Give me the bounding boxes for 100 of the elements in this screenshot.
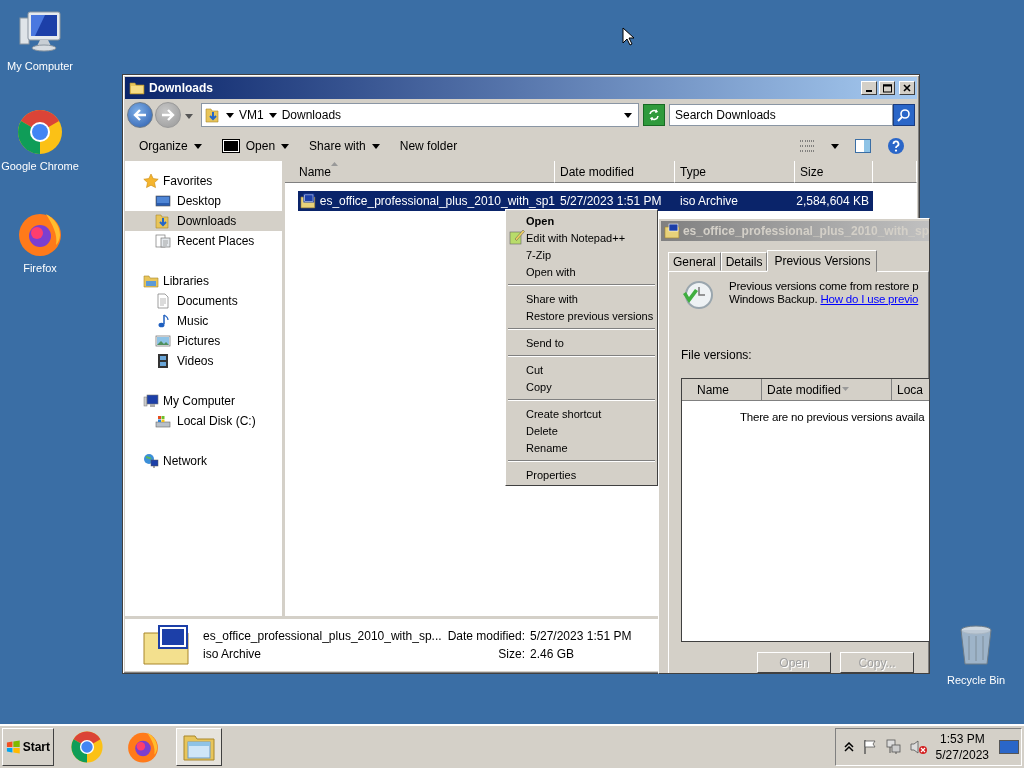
menu-item[interactable]: Copy bbox=[506, 378, 657, 395]
network-icon[interactable] bbox=[885, 739, 902, 755]
menu-item[interactable]: Share with bbox=[506, 290, 657, 307]
toolbar-button[interactable]: Organize bbox=[131, 136, 210, 156]
nav-label: Favorites bbox=[163, 174, 213, 188]
menu-item[interactable]: Open with bbox=[506, 263, 657, 280]
nav-label: Recent Places bbox=[177, 234, 255, 248]
close-button[interactable] bbox=[899, 81, 915, 95]
nav-item[interactable]: Pictures bbox=[125, 331, 282, 351]
address-bar[interactable]: VM1 Downloads bbox=[201, 103, 639, 127]
pictures-icon bbox=[155, 333, 171, 349]
chrome-icon bbox=[16, 108, 64, 156]
file-name: es_office_professional_plus_2010_with_sp1 bbox=[319, 194, 555, 208]
details-label: Size: bbox=[497, 647, 525, 661]
nav-item[interactable]: Local Disk (C:) bbox=[125, 411, 282, 431]
toolbar-button[interactable]: Open bbox=[213, 136, 298, 156]
nav-label: Desktop bbox=[177, 194, 222, 208]
search-button[interactable] bbox=[893, 104, 915, 126]
tab[interactable]: General bbox=[668, 252, 721, 271]
mouse-pointer-icon bbox=[622, 27, 634, 46]
file-size: 2,584,604 KB bbox=[796, 194, 869, 208]
breadcrumb-item[interactable]: VM1 bbox=[239, 108, 264, 122]
file-type: iso Archive bbox=[680, 194, 739, 208]
file-row[interactable]: es_office_professional_plus_2010_with_sp1 5/27/2023 1:51 PM iso Archive 2,584,604 KB bbox=[298, 191, 873, 211]
window-title: Downloads bbox=[149, 81, 213, 95]
refresh-button[interactable] bbox=[643, 104, 665, 126]
toolbar-button[interactable]: Share with bbox=[301, 136, 388, 156]
nav-label: Music bbox=[177, 314, 209, 328]
taskbar-app[interactable] bbox=[176, 728, 222, 766]
minimize-button[interactable] bbox=[861, 81, 877, 95]
nav-label: My Computer bbox=[163, 394, 236, 408]
chevron-up-icon[interactable] bbox=[843, 742, 854, 752]
refresh-icon bbox=[647, 108, 661, 122]
toolbar-button[interactable]: New folder bbox=[391, 136, 466, 156]
menu-item[interactable]: Edit with Notepad++ bbox=[506, 229, 657, 246]
desktop-icon-label[interactable]: Firefox bbox=[23, 262, 57, 274]
disc-image-icon bbox=[664, 223, 680, 239]
nav-item[interactable]: Videos bbox=[125, 351, 282, 371]
forward-button[interactable] bbox=[155, 102, 181, 128]
muted-speaker-icon[interactable] bbox=[909, 739, 928, 755]
nav-label: Downloads bbox=[177, 214, 237, 228]
menu-item[interactable]: Properties bbox=[506, 466, 657, 483]
info-text: Previous versions come from restore p Windows Backup. How do I use previo bbox=[729, 280, 919, 306]
back-button[interactable] bbox=[127, 102, 153, 128]
clock-date[interactable]: 5/27/2023 bbox=[935, 747, 989, 763]
column-header[interactable]: Name bbox=[285, 161, 555, 183]
show-desktop-button[interactable] bbox=[997, 740, 1021, 754]
maximize-button[interactable] bbox=[879, 81, 895, 95]
monitor-icon bbox=[999, 740, 1019, 754]
tab[interactable]: Details bbox=[720, 252, 768, 271]
column-header[interactable]: Loca bbox=[892, 379, 929, 401]
search-field[interactable]: Search Downloads bbox=[669, 104, 893, 126]
menu-item[interactable]: Cut bbox=[506, 361, 657, 378]
disc-image-icon bbox=[143, 625, 189, 665]
tab[interactable]: Previous Versions bbox=[767, 250, 878, 272]
nav-label: Videos bbox=[177, 354, 214, 368]
nav-item[interactable]: My Computer bbox=[125, 391, 282, 411]
nav-label: Documents bbox=[177, 294, 238, 308]
menu-item[interactable]: 7-Zip bbox=[506, 246, 657, 263]
breadcrumb-item[interactable]: Downloads bbox=[281, 108, 342, 122]
windows-logo-icon bbox=[6, 740, 21, 754]
nav-item[interactable]: Favorites bbox=[125, 171, 282, 191]
clock-time[interactable]: 1:53 PM bbox=[939, 731, 985, 747]
column-header[interactable]: Type bbox=[675, 161, 795, 183]
help-link[interactable]: How do I use previo bbox=[820, 293, 919, 305]
nav-item[interactable]: Desktop bbox=[125, 191, 282, 211]
nav-item[interactable]: Documents bbox=[125, 291, 282, 311]
nav-item[interactable]: Network bbox=[125, 451, 282, 471]
notepad-icon bbox=[509, 229, 525, 245]
search-icon bbox=[897, 108, 911, 122]
column-header[interactable]: Name bbox=[682, 379, 762, 401]
caret-icon bbox=[624, 112, 632, 118]
nav-item[interactable]: Libraries bbox=[125, 271, 282, 291]
start-button[interactable]: Start bbox=[2, 728, 54, 766]
star-icon bbox=[143, 173, 159, 189]
document-icon bbox=[155, 293, 171, 309]
column-header[interactable]: Date modified bbox=[762, 379, 892, 401]
desktop-icon-label[interactable]: My Computer bbox=[7, 60, 73, 72]
desktop-icon-label[interactable]: Google Chrome bbox=[1, 160, 79, 172]
flag-icon[interactable] bbox=[861, 739, 878, 755]
nav-label: Libraries bbox=[163, 274, 210, 288]
menu-item[interactable]: Create shortcut bbox=[506, 405, 657, 422]
menu-item[interactable]: Rename bbox=[506, 439, 657, 456]
column-header[interactable]: Size bbox=[795, 161, 873, 183]
firefox-icon bbox=[126, 730, 160, 764]
nav-item[interactable]: Recent Places bbox=[125, 231, 282, 251]
menu-item[interactable]: Send to bbox=[506, 334, 657, 351]
caret-icon bbox=[831, 143, 839, 149]
column-header[interactable]: Date modified bbox=[555, 161, 675, 183]
computer-icon bbox=[143, 393, 159, 409]
details-file-name: es_office_professional_plus_2010_with_sp... bbox=[203, 629, 442, 643]
desktop-icon-label[interactable]: Recycle Bin bbox=[946, 674, 1006, 686]
desktop-icon bbox=[155, 193, 171, 209]
menu-item[interactable]: Delete bbox=[506, 422, 657, 439]
nav-item[interactable]: Downloads bbox=[125, 211, 282, 231]
caret-icon bbox=[226, 112, 234, 118]
nav-item[interactable]: Music bbox=[125, 311, 282, 331]
caret-icon bbox=[185, 114, 193, 119]
menu-item[interactable]: Open bbox=[506, 212, 657, 229]
menu-item[interactable]: Restore previous versions bbox=[506, 307, 657, 324]
